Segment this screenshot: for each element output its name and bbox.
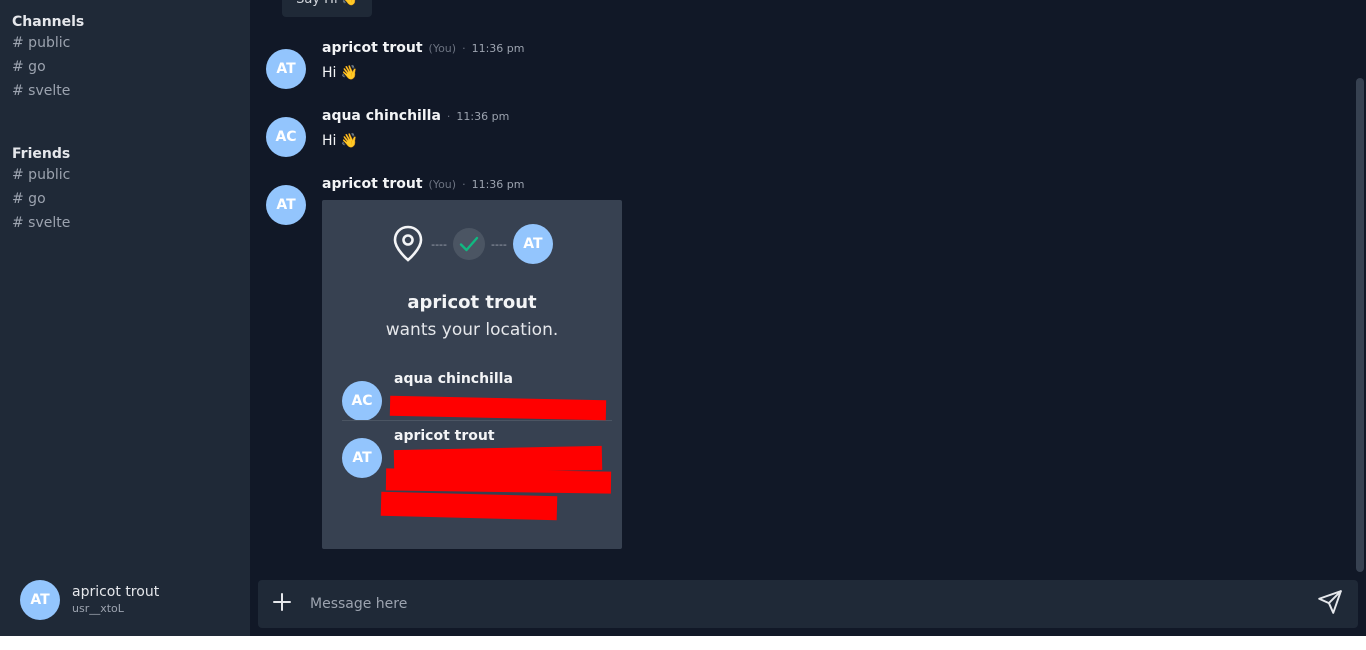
friend-public[interactable]: # public [12, 163, 70, 187]
you-tag: (You) [428, 177, 457, 191]
avatar: AT [266, 185, 306, 225]
user-meta: apricot trout usr__xtoL [72, 583, 159, 617]
card-subtitle: wants your location. [385, 320, 559, 340]
message-header: aqua chinchilla · 11:36 pm [322, 107, 509, 125]
plus-icon [272, 592, 292, 616]
check-icon [453, 228, 485, 260]
feed-scrollbar[interactable] [1356, 78, 1364, 572]
avatar: AC [266, 117, 306, 157]
channel-svelte[interactable]: # svelte [12, 79, 84, 103]
friends-title: Friends [12, 146, 71, 162]
send-icon [1317, 589, 1343, 619]
message: AT apricot trout (You) · 11:36 pm Hi 👋 [266, 39, 524, 89]
avatar: AC [342, 381, 382, 421]
divider [342, 420, 612, 421]
message-feed: Say Hi 👋 AT apricot trout (You) · 11:36 … [250, 0, 1356, 570]
send-button[interactable] [1302, 580, 1358, 628]
channel-go[interactable]: # go [12, 55, 84, 79]
redaction-mark [385, 468, 612, 494]
timestamp: 11:36 pm [471, 41, 525, 55]
message-header: apricot trout (You) · 11:36 pm [322, 39, 524, 57]
redaction-mark [380, 491, 558, 521]
user-id: usr__xtoL [72, 602, 124, 615]
separator-dot: · [462, 177, 466, 191]
avatar: AT [20, 580, 60, 620]
friend-svelte[interactable]: # svelte [12, 211, 70, 235]
chat-main: Say Hi 👋 AT apricot trout (You) · 11:36 … [250, 0, 1366, 636]
message: AC aqua chinchilla · 11:36 pm Hi 👋 [266, 107, 509, 157]
separator-dot: · [462, 41, 466, 55]
message-text: Hi 👋 [322, 133, 359, 149]
location-pin-icon [391, 224, 425, 264]
you-tag: (You) [428, 41, 457, 55]
sidebar: Channels # public # go # svelte Friends … [0, 0, 250, 636]
location-request-card: ---- ---- AT apricot trout wants your lo… [322, 200, 622, 549]
message-body: apricot trout (You) · 11:36 pm ---- ----… [322, 175, 622, 549]
say-hi-button[interactable]: Say Hi 👋 [282, 0, 372, 17]
flow-dashes: ---- [491, 237, 507, 251]
timestamp: 11:36 pm [456, 109, 510, 123]
message-body: apricot trout (You) · 11:36 pm Hi 👋 [322, 39, 524, 89]
location-flow: ---- ---- AT [322, 224, 622, 264]
author-name[interactable]: apricot trout [322, 176, 423, 192]
add-attachment-button[interactable] [258, 580, 306, 628]
card-title: apricot trout [407, 292, 537, 313]
message-text: Hi 👋 [322, 65, 359, 81]
timestamp: 11:36 pm [471, 177, 525, 191]
separator-dot: · [446, 109, 451, 123]
message-header: apricot trout (You) · 11:36 pm [322, 175, 622, 193]
avatar: AT [342, 438, 382, 478]
channel-public[interactable]: # public [12, 31, 84, 55]
message: AT apricot trout (You) · 11:36 pm ---- -… [266, 175, 622, 549]
channels-title: Channels [12, 14, 85, 30]
app: Channels # public # go # svelte Friends … [0, 0, 1366, 636]
friends-section: Friends # public # go # svelte [12, 145, 70, 235]
user-name: apricot trout [72, 584, 160, 600]
friend-go[interactable]: # go [12, 187, 70, 211]
author-name[interactable]: apricot trout [322, 40, 423, 56]
avatar: AT [266, 49, 306, 89]
flow-dashes: ---- [431, 237, 447, 251]
avatar: AT [512, 224, 553, 264]
message-composer [258, 580, 1358, 628]
message-input[interactable] [306, 580, 1302, 628]
current-user[interactable]: AT apricot trout usr__xtoL [20, 580, 159, 620]
author-name[interactable]: aqua chinchilla [322, 108, 441, 124]
message-body: aqua chinchilla · 11:36 pm Hi 👋 [322, 107, 509, 157]
channels-section: Channels # public # go # svelte [12, 13, 84, 103]
